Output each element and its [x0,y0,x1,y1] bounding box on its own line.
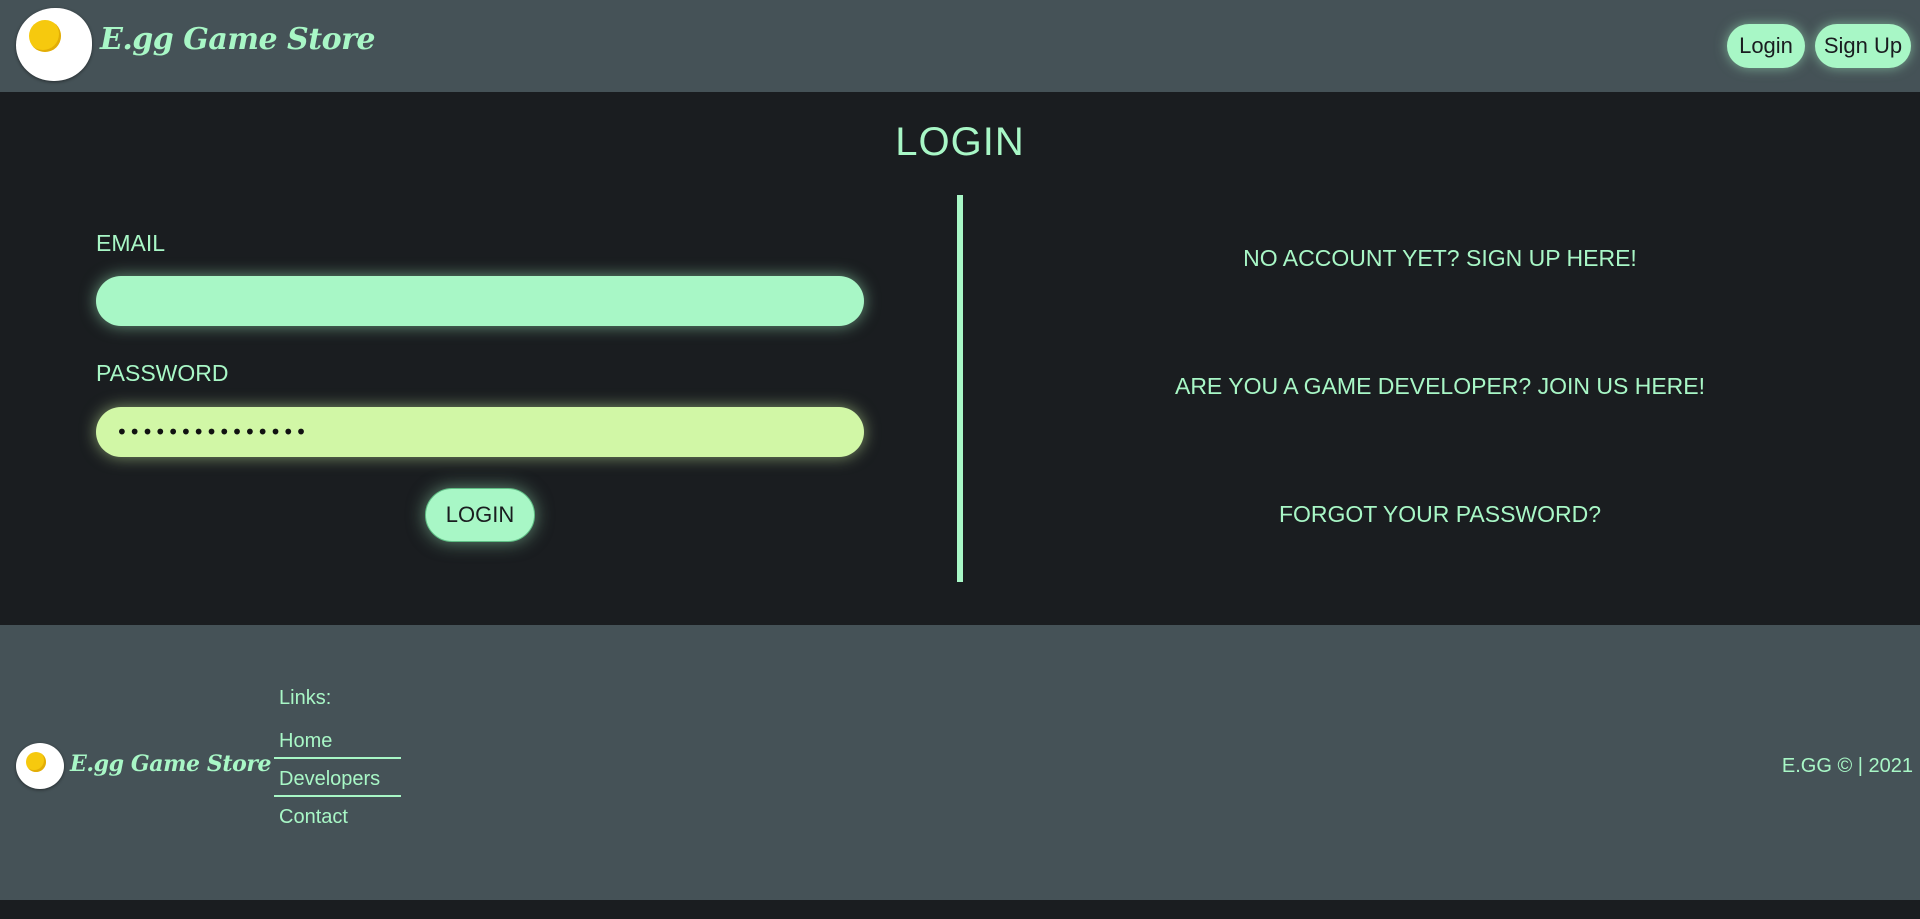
login-submit-button[interactable]: LOGIN [425,488,535,542]
fried-egg-logo-icon[interactable] [16,8,92,81]
page-title: LOGIN [895,120,1025,164]
developer-join-link[interactable]: ARE YOU A GAME DEVELOPER? JOIN US HERE! [980,373,1900,400]
signup-link[interactable]: NO ACCOUNT YET? SIGN UP HERE! [980,245,1900,272]
login-section: LOGIN EMAIL PASSWORD LOGIN NO ACCOUNT YE… [0,92,1920,625]
footer-brand[interactable]: E.gg Game Store [70,751,272,777]
password-label: PASSWORD [96,360,229,386]
egg-yolk [26,752,46,772]
forgot-password-link[interactable]: FORGOT YOUR PASSWORD? [980,501,1900,528]
copyright-text: E.GG © | 2021 [1781,755,1913,777]
site-header: E.gg Game Store Login Sign Up [0,0,1920,92]
site-footer: E.gg Game Store Links: Home Developers C… [0,625,1920,900]
footer-link-contact[interactable]: Contact [274,802,401,835]
header-signup-button[interactable]: Sign Up [1815,24,1911,68]
footer-link-developers[interactable]: Developers [274,764,401,797]
fried-egg-logo-icon[interactable] [16,743,64,789]
email-field[interactable] [96,276,864,326]
footer-link-home[interactable]: Home [274,726,401,759]
footer-links-title: Links: [279,687,332,709]
site-brand[interactable]: E.gg Game Store [100,22,375,57]
header-login-button[interactable]: Login [1727,24,1805,68]
egg-yolk [29,20,61,52]
email-label: EMAIL [96,230,166,256]
password-field[interactable] [96,407,864,457]
page-bottom-strip [0,900,1920,919]
vertical-divider [957,195,963,582]
